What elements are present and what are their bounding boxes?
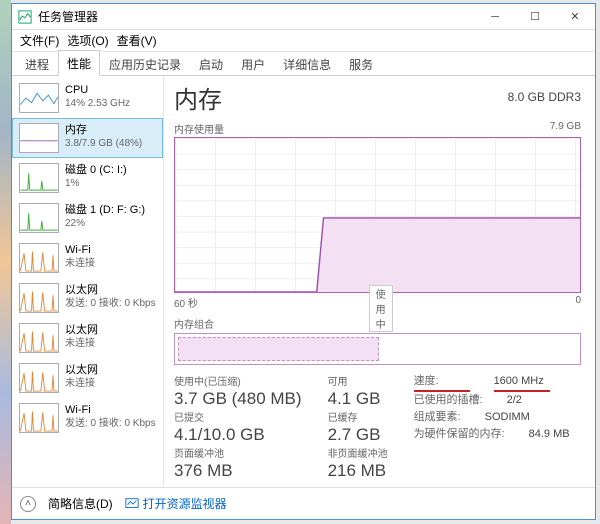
sidebar-item-sub: 22% (65, 217, 145, 230)
stat-label: 非页面缓冲池 (328, 445, 388, 460)
sidebar-thumb-icon (19, 283, 59, 313)
tab-apphistory[interactable]: 应用历史记录 (100, 51, 190, 76)
sidebar-item-title: 以太网 (65, 283, 156, 297)
sidebar-item-title: 以太网 (65, 363, 98, 377)
menu-file[interactable]: 文件(F) (18, 32, 61, 49)
stat-value: 2.7 GB (328, 425, 388, 445)
sidebar-item-1[interactable]: 内存3.8/7.9 GB (48%) (12, 118, 163, 158)
sidebar-item-title: 磁盘 1 (D: F: G:) (65, 203, 145, 217)
tab-performance[interactable]: 性能 (58, 50, 100, 76)
chart-max: 7.9 GB (550, 121, 581, 136)
footer: ˄ 简略信息(D) 打开资源监视器 (12, 487, 595, 519)
sidebar-item-sub: 未连接 (65, 257, 95, 270)
sidebar-item-sub: 发送: 0 接收: 0 Kbps (65, 417, 156, 430)
sidebar-item-2[interactable]: 磁盘 0 (C: I:)1% (12, 158, 163, 198)
stat-label: 已使用的插槽: (414, 392, 483, 409)
sidebar-item-4[interactable]: Wi-Fi未连接 (12, 238, 163, 278)
stat-value: 376 MB (174, 461, 302, 481)
sidebar-item-title: Wi-Fi (65, 243, 95, 257)
stat-label: 速度: (414, 373, 470, 392)
stat-value: 4.1 GB (328, 389, 388, 409)
stat-label: 使用中(已压缩) (174, 373, 302, 388)
sidebar-item-title: Wi-Fi (65, 403, 156, 417)
sidebar-item-title: 以太网 (65, 323, 98, 337)
tab-details[interactable]: 详细信息 (274, 51, 340, 76)
axis-left: 60 秒 (174, 295, 198, 310)
maximize-button[interactable]: ☐ (515, 4, 555, 30)
axis-right: 0 (575, 295, 581, 310)
stat-label: 已提交 (174, 409, 302, 424)
open-resource-monitor-link[interactable]: 打开资源监视器 (125, 495, 227, 512)
stat-row: 为硬件保留的内存: 84.9 MB (414, 426, 581, 443)
stat-value: 1600 MHz (494, 373, 550, 392)
sidebar-item-8[interactable]: Wi-Fi发送: 0 接收: 0 Kbps (12, 398, 163, 438)
sidebar-item-sub: 未连接 (65, 377, 98, 390)
memory-composition (174, 333, 581, 365)
stat-value: 4.1/10.0 GB (174, 425, 302, 445)
tab-processes[interactable]: 进程 (16, 51, 58, 76)
sidebar-item-0[interactable]: CPU14% 2.53 GHz (12, 78, 163, 118)
desktop-left-strip (0, 0, 11, 524)
tab-startup[interactable]: 启动 (190, 51, 232, 76)
axis-marker: 使用中 (369, 285, 393, 332)
stat-label: 组成要素: (414, 409, 461, 426)
sidebar-item-7[interactable]: 以太网未连接 (12, 358, 163, 398)
sidebar-item-title: CPU (65, 83, 130, 97)
window-title: 任务管理器 (38, 8, 98, 25)
menubar: 文件(F) 选项(O) 查看(V) (12, 30, 595, 52)
sidebar-item-sub: 1% (65, 177, 127, 190)
sidebar-thumb-icon (19, 123, 59, 153)
sidebar-item-sub: 发送: 0 接收: 0 Kbps (65, 297, 156, 310)
stat-label: 可用 (328, 373, 388, 388)
brief-info-button[interactable]: 简略信息(D) (48, 495, 113, 512)
sidebar-thumb-icon (19, 243, 59, 273)
stat-value: 2/2 (507, 392, 522, 409)
close-button[interactable]: ✕ (555, 4, 595, 30)
sidebar-thumb-icon (19, 403, 59, 433)
stat-row: 已使用的插槽: 2/2 (414, 392, 581, 409)
sidebar-thumb-icon (19, 203, 59, 233)
sidebar-item-sub: 3.8/7.9 GB (48%) (65, 137, 142, 150)
sidebar-thumb-icon (19, 163, 59, 193)
sidebar-item-title: 内存 (65, 123, 142, 137)
stat-row: 组成要素: SODIMM (414, 409, 581, 426)
app-icon (18, 10, 32, 24)
menu-view[interactable]: 查看(V) (115, 32, 159, 49)
stat-value: 216 MB (328, 461, 388, 481)
minimize-button[interactable]: ─ (475, 4, 515, 30)
stat-row: 速度: 1600 MHz (414, 373, 581, 392)
sidebar-item-3[interactable]: 磁盘 1 (D: F: G:)22% (12, 198, 163, 238)
sidebar-thumb-icon (19, 83, 59, 113)
capacity-label: 8.0 GB DDR3 (508, 90, 581, 104)
sidebar-item-5[interactable]: 以太网发送: 0 接收: 0 Kbps (12, 278, 163, 318)
memory-usage-chart (174, 137, 581, 293)
stat-label: 已缓存 (328, 409, 388, 424)
chevron-up-icon[interactable]: ˄ (20, 496, 36, 512)
task-manager-window: 任务管理器 ─ ☐ ✕ 文件(F) 选项(O) 查看(V) 进程 性能 应用历史… (11, 3, 596, 520)
stats-grid: 使用中(已压缩)3.7 GB (480 MB)已提交4.1/10.0 GB页面缓… (174, 373, 581, 481)
stat-value: 3.7 GB (480 MB) (174, 389, 302, 409)
monitor-icon (125, 497, 139, 511)
stat-label: 页面缓冲池 (174, 445, 302, 460)
sidebar-item-title: 磁盘 0 (C: I:) (65, 163, 127, 177)
sidebar-item-sub: 未连接 (65, 337, 98, 350)
main-panel: 内存 8.0 GB DDR3 内存使用量 7.9 GB 60 秒 使用中 0 内… (164, 76, 595, 487)
sidebar-item-6[interactable]: 以太网未连接 (12, 318, 163, 358)
sidebar-thumb-icon (19, 323, 59, 353)
tab-users[interactable]: 用户 (232, 51, 274, 76)
sidebar-item-sub: 14% 2.53 GHz (65, 97, 130, 110)
tab-services[interactable]: 服务 (340, 51, 382, 76)
stat-value: 84.9 MB (529, 426, 570, 443)
stat-value: SODIMM (485, 409, 530, 426)
chart-label: 内存使用量 (174, 121, 224, 136)
stat-label: 为硬件保留的内存: (414, 426, 505, 443)
sidebar: CPU14% 2.53 GHz内存3.8/7.9 GB (48%)磁盘 0 (C… (12, 76, 164, 487)
page-title: 内存 (174, 80, 222, 115)
menu-options[interactable]: 选项(O) (65, 32, 110, 49)
tabstrip: 进程 性能 应用历史记录 启动 用户 详细信息 服务 (12, 52, 595, 76)
titlebar[interactable]: 任务管理器 ─ ☐ ✕ (12, 4, 595, 30)
sidebar-thumb-icon (19, 363, 59, 393)
